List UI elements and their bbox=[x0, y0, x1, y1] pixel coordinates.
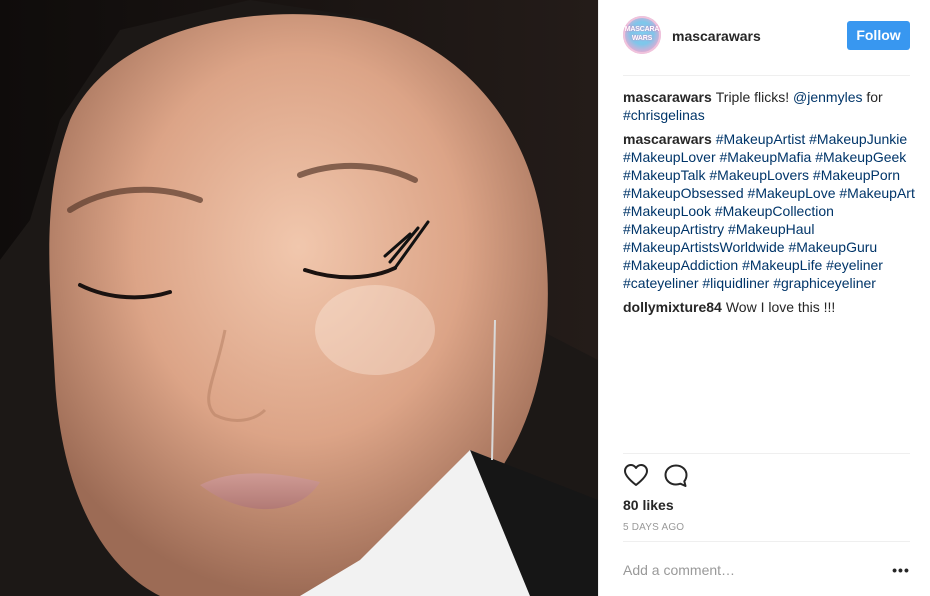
comment-divider bbox=[623, 541, 910, 542]
actions-divider bbox=[623, 453, 910, 454]
header-divider bbox=[623, 75, 910, 76]
hashtag-link[interactable]: #MakeupObsessed bbox=[623, 185, 744, 201]
hashtag-link[interactable]: #MakeupArt bbox=[839, 185, 914, 201]
avatar[interactable]: MASCARA WARS bbox=[623, 16, 661, 54]
more-options-button[interactable]: ••• bbox=[891, 560, 911, 580]
hashtag-link[interactable]: @jenmyles bbox=[793, 89, 862, 105]
username[interactable]: mascarawars bbox=[672, 28, 761, 44]
follow-button[interactable]: Follow bbox=[847, 21, 910, 50]
comment-text: for bbox=[862, 89, 883, 105]
comment-author[interactable]: mascarawars bbox=[623, 131, 712, 147]
comments-list: mascarawars Triple flicks! @jenmyles for … bbox=[623, 88, 915, 322]
hashtag-link[interactable]: #MakeupPorn bbox=[813, 167, 900, 183]
post-photo-illustration bbox=[0, 0, 598, 596]
comment-item: dollymixture84 Wow I love this !!! bbox=[623, 298, 915, 316]
hashtag-link[interactable]: #MakeupLife bbox=[742, 257, 822, 273]
hashtag-link[interactable]: #cateyeliner bbox=[623, 275, 699, 291]
hashtag-link[interactable]: #MakeupJunkie bbox=[809, 131, 907, 147]
hashtag-link[interactable]: #eyeliner bbox=[826, 257, 883, 273]
hashtag-link[interactable]: #MakeupLovers bbox=[709, 167, 809, 183]
comment-item: mascarawars #MakeupArtist #MakeupJunkie #… bbox=[623, 130, 915, 292]
hashtag-link[interactable]: #chrisgelinas bbox=[623, 107, 705, 123]
post-details-panel: MASCARA WARS mascarawars Follow mascaraw… bbox=[598, 0, 930, 596]
post-photo[interactable] bbox=[0, 0, 598, 596]
heart-outline-icon[interactable] bbox=[623, 463, 649, 489]
add-comment-input[interactable] bbox=[623, 559, 873, 581]
hashtag-link[interactable]: #MakeupLove bbox=[748, 185, 836, 201]
like-count[interactable]: 80 likes bbox=[623, 497, 674, 513]
comment-author[interactable]: mascarawars bbox=[623, 89, 712, 105]
avatar-logo-text: MASCARA WARS bbox=[624, 26, 660, 42]
hashtag-link[interactable]: #MakeupCollection bbox=[715, 203, 834, 219]
hashtag-link[interactable]: #MakeupMafia bbox=[720, 149, 812, 165]
hashtag-link[interactable]: #MakeupArtistsWorldwide bbox=[623, 239, 785, 255]
instagram-post-modal: MASCARA WARS mascarawars Follow mascaraw… bbox=[0, 0, 930, 596]
hashtag-link[interactable]: #MakeupArtist bbox=[716, 131, 805, 147]
post-header: MASCARA WARS mascarawars Follow bbox=[599, 0, 930, 75]
hashtag-link[interactable]: #MakeupArtistry bbox=[623, 221, 724, 237]
hashtag-link[interactable]: #MakeupGuru bbox=[788, 239, 877, 255]
comment-text: Wow I love this !!! bbox=[725, 299, 836, 315]
comment-text: Triple flicks! bbox=[715, 89, 794, 105]
hashtag-link[interactable]: #MakeupLook bbox=[623, 203, 711, 219]
hashtag-link[interactable]: #graphiceyeliner bbox=[773, 275, 876, 291]
hashtag-link[interactable]: #MakeupHaul bbox=[728, 221, 814, 237]
hashtag-link[interactable]: #MakeupLover bbox=[623, 149, 716, 165]
hashtag-link[interactable]: #MakeupGeek bbox=[815, 149, 906, 165]
hashtag-link[interactable]: #MakeupTalk bbox=[623, 167, 706, 183]
hashtag-link[interactable]: #liquidliner bbox=[702, 275, 769, 291]
hashtag-link[interactable]: #MakeupAddiction bbox=[623, 257, 738, 273]
comment-author[interactable]: dollymixture84 bbox=[623, 299, 722, 315]
speech-bubble-icon[interactable] bbox=[663, 463, 689, 489]
post-timestamp[interactable]: 5 DAYS AGO bbox=[623, 522, 684, 533]
comment-item: mascarawars Triple flicks! @jenmyles for … bbox=[623, 88, 915, 124]
